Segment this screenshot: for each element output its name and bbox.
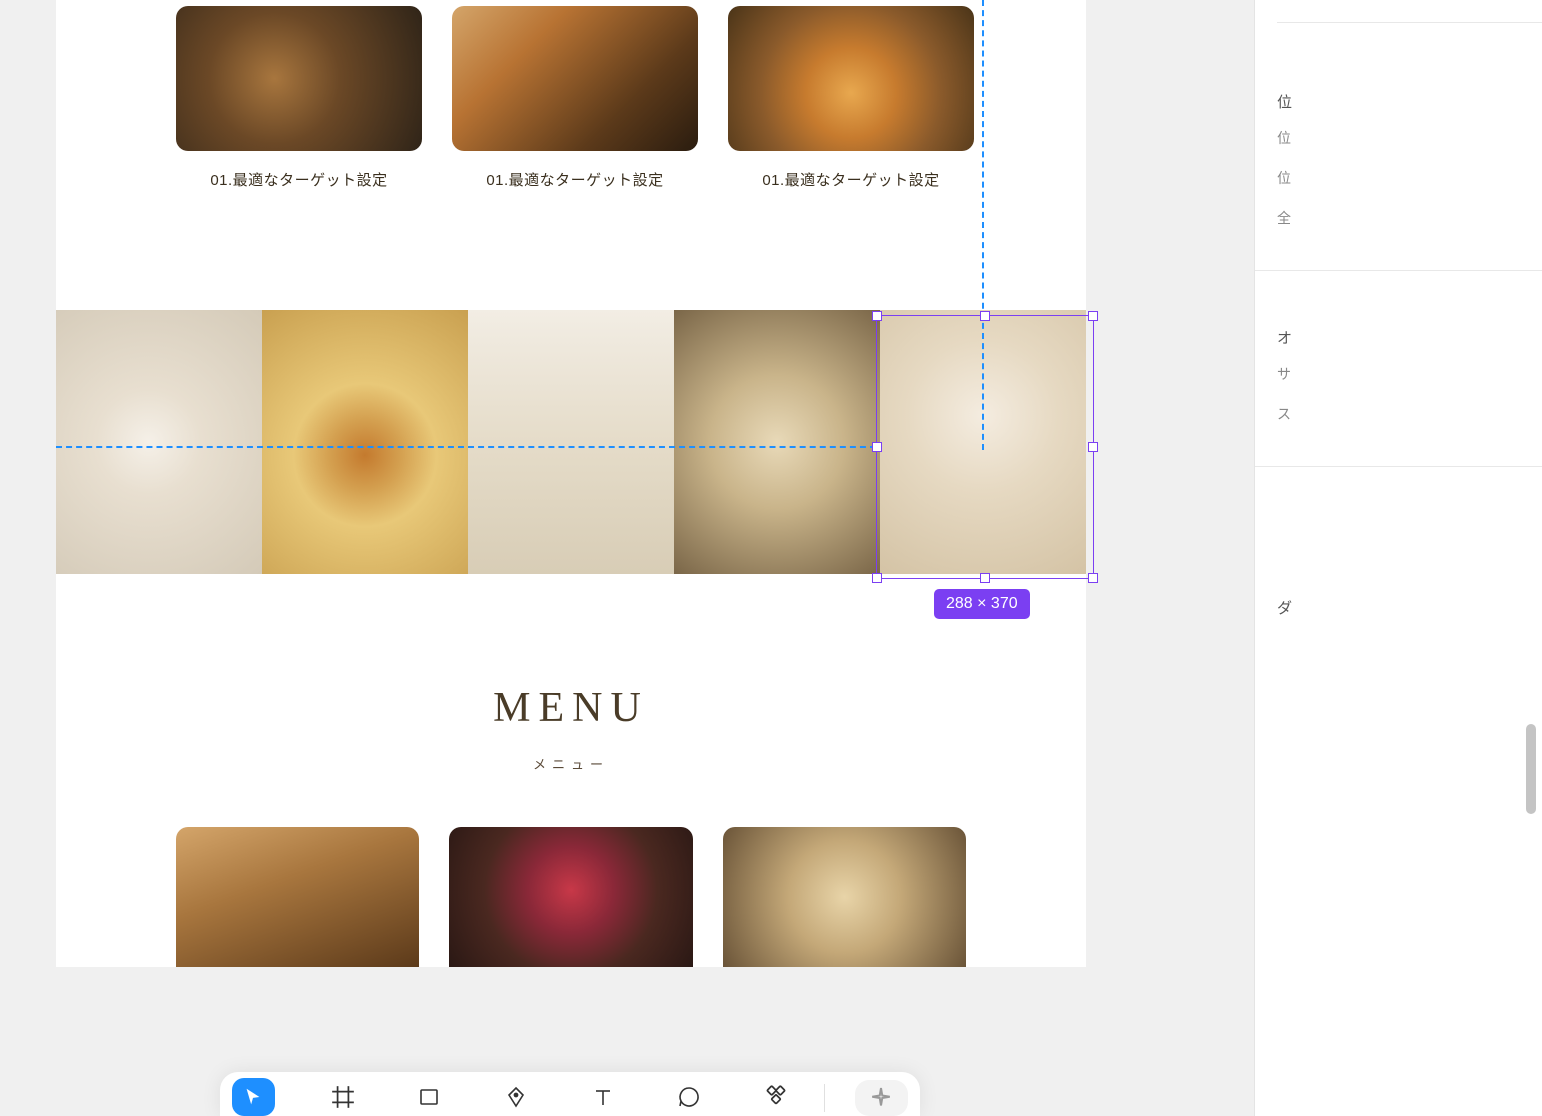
cursor-tool[interactable] xyxy=(232,1078,275,1116)
dimension-badge: 288 × 370 xyxy=(934,589,1030,619)
menu-cards-row xyxy=(56,773,1086,967)
components-tool[interactable] xyxy=(757,1078,794,1116)
comment-tool[interactable] xyxy=(671,1078,708,1116)
alignment-guide-vertical xyxy=(982,0,984,450)
pen-icon xyxy=(504,1085,528,1109)
card-caption: 01.最適なターゲット設定 xyxy=(452,169,698,190)
panel-field[interactable]: 位 xyxy=(1277,128,1542,148)
menu-subtitle[interactable]: メニュー xyxy=(56,754,1086,773)
gallery-strip xyxy=(56,310,1086,574)
card-image[interactable] xyxy=(176,6,422,151)
pen-tool[interactable] xyxy=(498,1078,535,1116)
frame-tool[interactable] xyxy=(325,1078,362,1116)
ai-assist-tool[interactable] xyxy=(855,1080,908,1116)
gallery-image[interactable] xyxy=(262,310,468,574)
feature-cards-row: 01.最適なターゲット設定 01.最適なターゲット設定 01.最適なターゲット設… xyxy=(56,0,1086,190)
rectangle-icon xyxy=(417,1085,441,1109)
menu-card-image[interactable] xyxy=(723,827,966,967)
feature-card[interactable]: 01.最適なターゲット設定 xyxy=(176,6,422,190)
menu-card-image[interactable] xyxy=(449,827,692,967)
card-image[interactable] xyxy=(452,6,698,151)
feature-card[interactable]: 01.最適なターゲット設定 xyxy=(728,6,974,190)
floating-toolbar xyxy=(220,1072,920,1116)
panel-section-label: 位 xyxy=(1277,91,1542,112)
panel-section-label: オ xyxy=(1277,327,1542,348)
sparkle-icon xyxy=(866,1083,896,1113)
resize-handle-middle-right[interactable] xyxy=(1088,442,1098,452)
resize-handle-top-right[interactable] xyxy=(1088,311,1098,321)
panel-section-label: ダ xyxy=(1277,597,1542,618)
card-caption: 01.最適なターゲット設定 xyxy=(176,169,422,190)
toolbar-separator xyxy=(824,1084,825,1112)
rectangle-tool[interactable] xyxy=(411,1078,448,1116)
menu-card-image[interactable] xyxy=(176,827,419,967)
panel-field[interactable]: 全 xyxy=(1277,208,1542,228)
panel-field[interactable]: 位 xyxy=(1277,168,1542,188)
text-tool[interactable] xyxy=(584,1078,621,1116)
components-icon xyxy=(763,1084,789,1110)
card-caption: 01.最適なターゲット設定 xyxy=(728,169,974,190)
card-image[interactable] xyxy=(728,6,974,151)
page-artboard[interactable]: 01.最適なターゲット設定 01.最適なターゲット設定 01.最適なターゲット設… xyxy=(56,0,1086,967)
resize-handle-bottom-right[interactable] xyxy=(1088,573,1098,583)
text-icon xyxy=(591,1085,615,1109)
menu-section: MENU メニュー xyxy=(56,574,1086,967)
inspector-panel[interactable]: 位 位 位 全 オ サ ス ダ xyxy=(1254,0,1542,1116)
cursor-icon xyxy=(242,1086,264,1108)
gallery-image[interactable] xyxy=(468,310,674,574)
comment-icon xyxy=(677,1085,701,1109)
menu-title[interactable]: MENU xyxy=(56,684,1086,732)
gallery-image[interactable] xyxy=(674,310,880,574)
alignment-guide-horizontal xyxy=(56,446,876,448)
feature-card[interactable]: 01.最適なターゲット設定 xyxy=(452,6,698,190)
scrollbar-thumb[interactable] xyxy=(1526,724,1536,814)
frame-icon xyxy=(330,1084,356,1110)
canvas-area[interactable]: 01.最適なターゲット設定 01.最適なターゲット設定 01.最適なターゲット設… xyxy=(0,0,1254,1116)
panel-field[interactable]: ス xyxy=(1277,404,1542,424)
panel-field[interactable]: サ xyxy=(1277,364,1542,384)
gallery-image[interactable] xyxy=(56,310,262,574)
scrollbar-track[interactable] xyxy=(1526,0,1536,1116)
